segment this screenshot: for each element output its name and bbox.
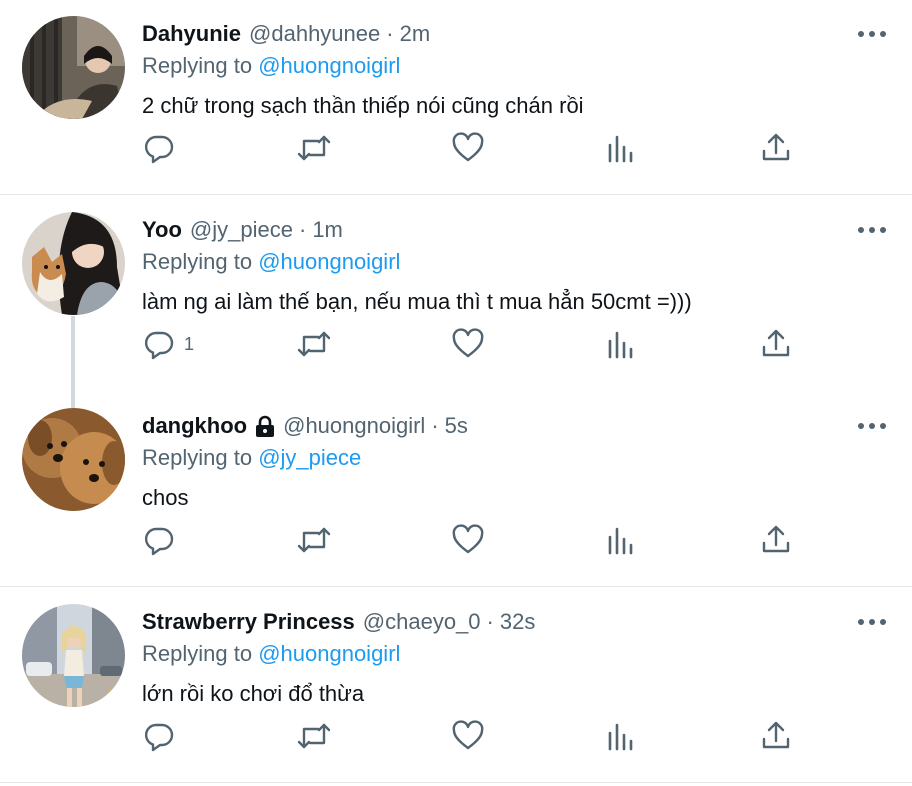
share-icon bbox=[762, 525, 790, 553]
reply-icon bbox=[144, 527, 174, 556]
share-button[interactable] bbox=[760, 128, 792, 168]
tweet-yoo[interactable]: Yoo @jy_piece · 1m Replying to @huongnoi… bbox=[0, 196, 912, 392]
tweet-actions bbox=[0, 520, 912, 560]
share-icon bbox=[762, 721, 790, 749]
retweet-icon bbox=[297, 723, 331, 749]
divider bbox=[0, 586, 912, 587]
replying-to: Replying to @huongnoigirl bbox=[142, 640, 400, 668]
avatar[interactable] bbox=[22, 212, 125, 315]
lock-icon bbox=[255, 415, 275, 437]
tweet-actions bbox=[0, 128, 912, 168]
views-button[interactable] bbox=[606, 324, 636, 364]
divider bbox=[0, 194, 912, 195]
tweet-strawberry-princess[interactable]: Strawberry Princess @chaeyo_0 · 32s Repl… bbox=[0, 588, 912, 782]
replying-to: Replying to @huongnoigirl bbox=[142, 248, 400, 276]
avatar[interactable] bbox=[22, 16, 125, 119]
tweet-header: Dahyunie @dahhyunee · 2m bbox=[142, 20, 430, 48]
user-handle[interactable]: @jy_piece bbox=[190, 216, 293, 244]
more-icon[interactable] bbox=[856, 612, 888, 632]
views-button[interactable] bbox=[606, 716, 636, 756]
mention-link[interactable]: @huongnoigirl bbox=[258, 53, 400, 78]
retweet-icon bbox=[297, 331, 331, 357]
timestamp[interactable]: 32s bbox=[500, 608, 535, 636]
reply-count: 1 bbox=[184, 333, 195, 354]
views-icon bbox=[608, 135, 633, 163]
tweet-text: 2 chữ trong sạch thần thiếp nói cũng chá… bbox=[142, 93, 584, 118]
share-icon bbox=[762, 329, 790, 357]
replying-to-label: Replying to bbox=[142, 445, 253, 470]
tweet-text: làm ng ai làm thế bạn, nếu mua thì t mua… bbox=[142, 289, 692, 314]
more-icon[interactable] bbox=[856, 416, 888, 436]
replying-to-label: Replying to bbox=[142, 249, 253, 274]
tweet-header: dangkhoo @huongnoigirl · 5s bbox=[142, 412, 468, 440]
reply-icon bbox=[144, 135, 174, 164]
divider bbox=[0, 782, 912, 783]
timestamp[interactable]: 2m bbox=[400, 20, 431, 48]
like-button[interactable] bbox=[451, 520, 485, 560]
like-icon bbox=[452, 720, 484, 750]
avatar[interactable] bbox=[22, 604, 125, 707]
tweet-header: Yoo @jy_piece · 1m bbox=[142, 216, 343, 244]
reply-button[interactable] bbox=[142, 716, 184, 756]
timestamp[interactable]: 5s bbox=[445, 412, 468, 440]
like-button[interactable] bbox=[451, 716, 485, 756]
separator-dot: · bbox=[486, 609, 494, 634]
avatar[interactable] bbox=[22, 408, 125, 511]
more-icon[interactable] bbox=[856, 24, 888, 44]
mention-link[interactable]: @huongnoigirl bbox=[258, 641, 400, 666]
tweet-text: chos bbox=[142, 485, 189, 510]
more-icon[interactable] bbox=[856, 220, 888, 240]
display-name[interactable]: Strawberry Princess bbox=[142, 608, 355, 636]
share-button[interactable] bbox=[760, 324, 792, 364]
share-button[interactable] bbox=[760, 716, 792, 756]
timestamp[interactable]: 1m bbox=[312, 216, 343, 244]
tweet-dangkhoo[interactable]: dangkhoo @huongnoigirl · 5s Replying to … bbox=[0, 392, 912, 586]
views-icon bbox=[608, 723, 633, 751]
like-icon bbox=[452, 328, 484, 358]
replying-to-label: Replying to bbox=[142, 641, 253, 666]
like-icon bbox=[452, 524, 484, 554]
reply-button[interactable]: 1 bbox=[142, 324, 194, 364]
reply-icon bbox=[144, 723, 174, 752]
like-icon bbox=[452, 132, 484, 162]
separator-dot: · bbox=[298, 217, 307, 242]
display-name[interactable]: dangkhoo bbox=[142, 412, 247, 440]
retweet-button[interactable] bbox=[296, 128, 332, 168]
user-handle[interactable]: @dahhyunee bbox=[249, 20, 380, 48]
like-button[interactable] bbox=[451, 128, 485, 168]
user-handle[interactable]: @huongnoigirl bbox=[283, 412, 425, 440]
separator-dot: · bbox=[386, 21, 394, 46]
tweet-text: lớn rồi ko chơi đổ thừa bbox=[142, 681, 365, 706]
reply-button[interactable] bbox=[142, 128, 184, 168]
display-name[interactable]: Yoo bbox=[142, 216, 182, 244]
tweet-actions: 1 bbox=[0, 324, 912, 364]
tweet-actions bbox=[0, 716, 912, 756]
replying-to: Replying to @jy_piece bbox=[142, 444, 361, 472]
mention-link[interactable]: @jy_piece bbox=[258, 445, 361, 470]
retweet-button[interactable] bbox=[296, 520, 332, 560]
user-handle[interactable]: @chaeyo_0 bbox=[363, 608, 481, 636]
display-name[interactable]: Dahyunie bbox=[142, 20, 241, 48]
views-button[interactable] bbox=[606, 128, 636, 168]
views-button[interactable] bbox=[606, 520, 636, 560]
retweet-button[interactable] bbox=[296, 716, 332, 756]
replying-to-label: Replying to bbox=[142, 53, 253, 78]
mention-link[interactable]: @huongnoigirl bbox=[258, 249, 400, 274]
separator-dot: · bbox=[431, 413, 439, 438]
retweet-button[interactable] bbox=[296, 324, 332, 364]
replying-to: Replying to @huongnoigirl bbox=[142, 52, 400, 80]
reply-feed: Dahyunie @dahhyunee · 2m Replying to @hu… bbox=[0, 0, 912, 786]
retweet-icon bbox=[297, 135, 331, 161]
tweet-header: Strawberry Princess @chaeyo_0 · 32s bbox=[142, 608, 535, 636]
reply-button[interactable] bbox=[142, 520, 184, 560]
share-icon bbox=[762, 133, 790, 161]
tweet-dahyunie[interactable]: Dahyunie @dahhyunee · 2m Replying to @hu… bbox=[0, 0, 912, 194]
like-button[interactable] bbox=[451, 324, 485, 364]
views-icon bbox=[608, 331, 633, 359]
retweet-icon bbox=[297, 527, 331, 553]
views-icon bbox=[608, 527, 633, 555]
reply-icon bbox=[144, 331, 174, 360]
share-button[interactable] bbox=[760, 520, 792, 560]
